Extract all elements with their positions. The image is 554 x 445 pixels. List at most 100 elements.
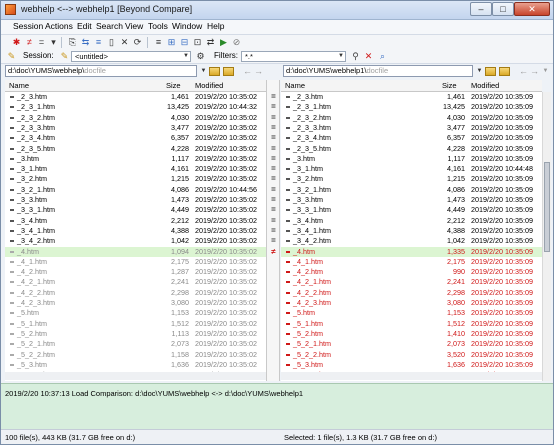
left-forward-icon[interactable]: → [253, 66, 264, 77]
left-path-dropdown-icon[interactable]: ▼ [198, 66, 209, 77]
copy-icon[interactable]: ⎘ [67, 37, 78, 48]
column-size[interactable]: Size [442, 81, 457, 90]
file-row[interactable]: _5_2.htm 1,410 2019/2/20 10:35:09 [281, 329, 543, 339]
file-row[interactable]: _3_2_1.htm 4,086 2019/2/20 10:35:09 [281, 185, 543, 195]
file-row[interactable]: _5_2.htm 1,113 2019/2/20 10:35:02 [5, 329, 266, 339]
show-diffs-icon[interactable]: ≠ [24, 37, 35, 48]
file-row[interactable]: _4_1.htm 2,175 2019/2/20 10:35:09 [281, 257, 543, 267]
show-all-icon[interactable]: ✱ [11, 37, 22, 48]
show-same-icon[interactable]: = [36, 37, 47, 48]
file-row[interactable]: _3_4_2.htm 1,042 2019/2/20 10:35:09 [281, 236, 543, 246]
column-modified[interactable]: Modified [195, 81, 223, 90]
left-horizontal-scrollbar[interactable] [5, 372, 266, 380]
menu-view[interactable]: View [125, 21, 143, 31]
column-name[interactable]: Name [285, 81, 305, 90]
file-row[interactable]: _5_3.htm 1,636 2019/2/20 10:35:09 [281, 360, 543, 370]
file-row[interactable]: _4_2.htm 1,287 2019/2/20 10:35:02 [5, 267, 266, 277]
file-row[interactable]: _3.htm 1,117 2019/2/20 10:35:09 [281, 154, 543, 164]
file-row[interactable]: _5_1.htm 1,512 2019/2/20 10:35:02 [5, 319, 266, 329]
filter-toggle-icon[interactable]: ⌕ [377, 51, 388, 62]
file-row[interactable]: _3_3_1.htm 4,449 2019/2/20 10:35:09 [281, 205, 543, 215]
left-file-list[interactable]: _2_3.htm 1,461 2019/2/20 10:35:02 _2_3_1.ht… [5, 92, 266, 381]
file-row[interactable]: _5_2_1.htm 2,073 2019/2/20 10:35:09 [281, 339, 543, 349]
minimize-button[interactable]: – [470, 2, 492, 16]
file-row[interactable]: _2_3_1.htm 13,425 2019/2/20 10:35:09 [281, 102, 543, 112]
file-row[interactable]: _3_3.htm 1,473 2019/2/20 10:35:02 [5, 195, 266, 205]
file-row[interactable]: _4_2_2.htm 2,298 2019/2/20 10:35:09 [281, 288, 543, 298]
file-row[interactable]: _2_3_2.htm 4,030 2019/2/20 10:35:02 [5, 113, 266, 123]
file-row[interactable]: _2_3.htm 1,461 2019/2/20 10:35:02 [5, 92, 266, 102]
select-icon[interactable]: ⊡ [192, 37, 203, 48]
file-row[interactable]: _4_1.htm 2,175 2019/2/20 10:35:02 [5, 257, 266, 267]
scrollbar-thumb[interactable] [544, 162, 550, 252]
file-row[interactable]: _3_2.htm 1,215 2019/2/20 10:35:02 [5, 174, 266, 184]
delete-icon[interactable]: ✕ [119, 37, 130, 48]
file-row[interactable]: _2_3.htm 1,461 2019/2/20 10:35:09 [281, 92, 543, 102]
file-row[interactable]: _3_3_1.htm 4,449 2019/2/20 10:35:02 [5, 205, 266, 215]
right-back-icon[interactable]: ← [518, 66, 529, 77]
column-modified[interactable]: Modified [471, 81, 499, 90]
right-horizontal-scrollbar[interactable] [281, 372, 542, 380]
file-row[interactable]: _2_3_3.htm 3,477 2019/2/20 10:35:02 [5, 123, 266, 133]
file-row[interactable]: _4_2_1.htm 2,241 2019/2/20 10:35:02 [5, 277, 266, 287]
file-row[interactable]: _3_1.htm 4,161 2019/2/20 10:35:02 [5, 164, 266, 174]
file-row[interactable]: _2_3_3.htm 3,477 2019/2/20 10:35:09 [281, 123, 543, 133]
file-row[interactable]: _3.htm 1,117 2019/2/20 10:35:02 [5, 154, 266, 164]
file-row[interactable]: _3_4_1.htm 4,388 2019/2/20 10:35:09 [281, 226, 543, 236]
menu-tools[interactable]: Tools [148, 21, 168, 31]
right-path-dropdown-icon[interactable]: ▼ [474, 66, 485, 77]
file-row[interactable]: _5_1.htm 1,512 2019/2/20 10:35:09 [281, 319, 543, 329]
maximize-button[interactable]: □ [492, 2, 514, 16]
column-name[interactable]: Name [9, 81, 29, 90]
menu-search[interactable]: Search [96, 21, 123, 31]
right-folder-up-icon[interactable] [485, 67, 496, 76]
file-row[interactable]: _5_2_1.htm 2,073 2019/2/20 10:35:02 [5, 339, 266, 349]
menu-session[interactable]: Session [13, 21, 43, 31]
file-row[interactable]: _2_3_4.htm 6,357 2019/2/20 10:35:09 [281, 133, 543, 143]
session-settings-icon[interactable]: ⚙ [195, 51, 206, 62]
file-row[interactable]: _4_2_3.htm 3,080 2019/2/20 10:35:02 [5, 298, 266, 308]
filter-clear-icon[interactable]: ✕ [363, 51, 374, 62]
menu-window[interactable]: Window [172, 21, 202, 31]
file-row[interactable]: _5_3.htm 1,636 2019/2/20 10:35:02 [5, 360, 266, 370]
vertical-scrollbar[interactable] [542, 92, 551, 381]
file-row[interactable]: _3_3.htm 1,473 2019/2/20 10:35:09 [281, 195, 543, 205]
file-row[interactable]: _5.htm 1,153 2019/2/20 10:35:09 [281, 308, 543, 318]
menu-edit[interactable]: Edit [77, 21, 92, 31]
menu-actions[interactable]: Actions [45, 21, 73, 31]
filters-combo[interactable]: *.* ▼ [241, 51, 346, 62]
collapse-icon[interactable]: ⊟ [179, 37, 190, 48]
file-row[interactable]: _4_2_1.htm 2,241 2019/2/20 10:35:09 [281, 277, 543, 287]
dropdown-arrow-icon[interactable]: ▾ [48, 37, 59, 48]
menu-help[interactable]: Help [207, 21, 224, 31]
file-row[interactable]: _2_3_5.htm 4,228 2019/2/20 10:35:09 [281, 144, 543, 154]
file-row[interactable]: _3_1.htm 4,161 2019/2/20 10:44:48 [281, 164, 543, 174]
left-path-input[interactable]: d:\doc\YUMS\webhelp\docfile [5, 65, 197, 77]
right-file-list[interactable]: _2_3.htm 1,461 2019/2/20 10:35:09 _2_3_1.ht… [281, 92, 543, 381]
file-row[interactable]: _4_2.htm 990 2019/2/20 10:35:09 [281, 267, 543, 277]
rules-icon[interactable]: ≡ [153, 37, 164, 48]
filter-icon[interactable]: ⚲ [350, 51, 361, 62]
column-size[interactable]: Size [166, 81, 181, 90]
file-row[interactable]: _4_2_3.htm 3,080 2019/2/20 10:35:09 [281, 298, 543, 308]
swap-icon[interactable]: ⇄ [205, 37, 216, 48]
right-history-icon[interactable]: ▼ [540, 66, 551, 77]
file-row[interactable]: _4.htm 1,335 2019/2/20 10:35:09 [281, 246, 543, 257]
file-row[interactable]: _5_2_2.htm 3,520 2019/2/20 10:35:09 [281, 350, 543, 360]
session-edit-icon[interactable]: ✎ [59, 51, 70, 62]
refresh-icon[interactable]: ⟳ [132, 37, 143, 48]
file-row[interactable]: _4.htm 1,094 2019/2/20 10:35:02 [5, 246, 266, 257]
file-row[interactable]: _3_4.htm 2,212 2019/2/20 10:35:09 [281, 216, 543, 226]
compare-icon[interactable]: ≡ [93, 37, 104, 48]
left-back-icon[interactable]: ← [242, 66, 253, 77]
right-path-input[interactable]: d:\doc\YUMS\webhelp1\docfile [283, 65, 473, 77]
file-row[interactable]: _2_3_2.htm 4,030 2019/2/20 10:35:09 [281, 113, 543, 123]
file-row[interactable]: _3_4.htm 2,212 2019/2/20 10:35:02 [5, 216, 266, 226]
file-row[interactable]: _3_4_2.htm 1,042 2019/2/20 10:35:02 [5, 236, 266, 246]
file-row[interactable]: _4_2_2.htm 2,298 2019/2/20 10:35:02 [5, 288, 266, 298]
left-browse-folder-icon[interactable] [223, 67, 234, 76]
right-browse-folder-icon[interactable] [499, 67, 510, 76]
copy-right-icon[interactable]: ▯ [106, 37, 117, 48]
play-icon[interactable]: ▶ [218, 37, 229, 48]
stop-icon[interactable]: ⊘ [231, 37, 242, 48]
